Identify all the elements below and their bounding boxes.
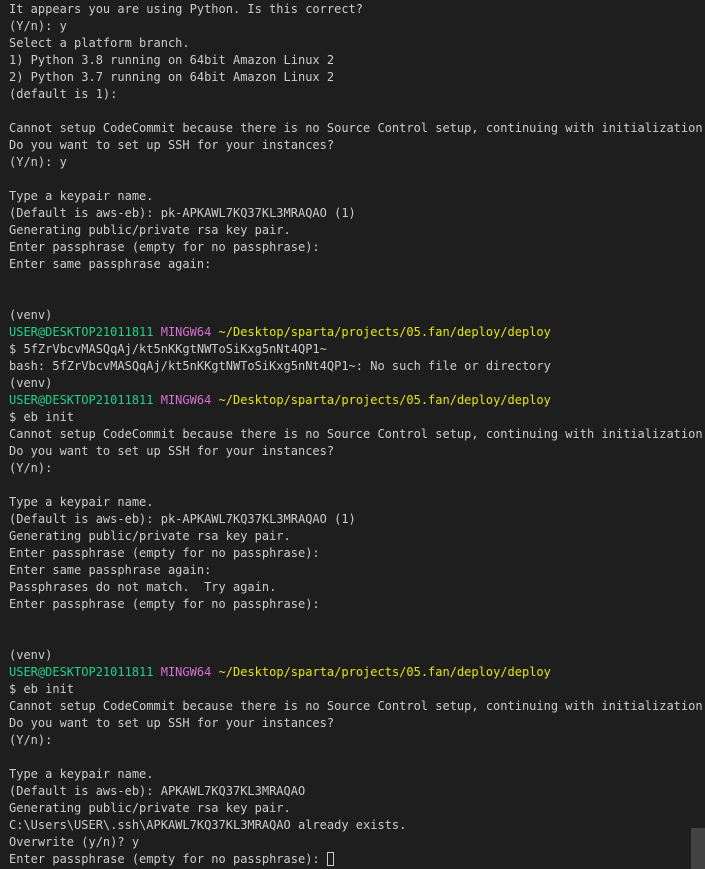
terminal-line: Overwrite (y/n)? y	[9, 835, 140, 849]
terminal-line: Enter same passphrase again:	[9, 563, 212, 577]
terminal-line: Type a keypair name.	[9, 767, 154, 781]
terminal-line: (venv)	[9, 308, 53, 322]
prompt-path: ~/Desktop/sparta/projects/05.fan/deploy/…	[218, 665, 551, 679]
terminal-line: Do you want to set up SSH for your insta…	[9, 444, 335, 458]
terminal-line: (venv)	[9, 648, 53, 662]
terminal-line: Cannot setup CodeCommit because there is…	[9, 699, 703, 713]
terminal-line: (Default is aws-eb): pk-APKAWL7KQ37KL3MR…	[9, 512, 356, 526]
terminal-line: Select a platform branch.	[9, 36, 190, 50]
terminal-line: (Default is aws-eb): APKAWL7KQ37KL3MRAQA…	[9, 784, 306, 798]
terminal-line: Type a keypair name.	[9, 189, 154, 203]
prompt-user-host: USER@DESKTOP21011811	[9, 325, 154, 339]
shell-prompt-line: USER@DESKTOP21011811 MINGW64 ~/Desktop/s…	[9, 392, 691, 409]
terminal-line: (Y/n):	[9, 733, 53, 747]
terminal-line-text: Enter passphrase (empty for no passphras…	[9, 852, 327, 866]
terminal-line: Cannot setup CodeCommit because there is…	[9, 121, 703, 135]
terminal-line: (venv)	[9, 376, 53, 390]
terminal-line: Generating public/private rsa key pair.	[9, 223, 291, 237]
terminal-line: Do you want to set up SSH for your insta…	[9, 138, 335, 152]
terminal-line: bash: 5fZrVbcvMASQqAj/kt5nKKgtNWToSiKxg5…	[9, 359, 551, 373]
terminal-line: (Y/n):	[9, 461, 53, 475]
prompt-system: MINGW64	[160, 393, 212, 407]
terminal-input-line: Enter passphrase (empty for no passphras…	[9, 851, 691, 868]
terminal-line: Passphrases do not match. Try again.	[9, 580, 277, 594]
prompt-user-host: USER@DESKTOP21011811	[9, 393, 154, 407]
terminal-line: (default is 1):	[9, 87, 118, 101]
terminal-line: Do you want to set up SSH for your insta…	[9, 716, 335, 730]
terminal-line: $ eb init	[9, 682, 75, 696]
shell-prompt-line: USER@DESKTOP21011811 MINGW64 ~/Desktop/s…	[9, 324, 691, 341]
terminal-line: Type a keypair name.	[9, 495, 154, 509]
scrollbar-thumb[interactable]	[691, 828, 705, 869]
terminal-line: Enter passphrase (empty for no passphras…	[9, 597, 320, 611]
prompt-path: ~/Desktop/sparta/projects/05.fan/deploy/…	[218, 393, 551, 407]
terminal-window[interactable]: It appears you are using Python. Is this…	[0, 0, 705, 869]
terminal-line: Enter same passphrase again:	[9, 257, 212, 271]
terminal-line: (Y/n): y	[9, 19, 67, 33]
terminal-line: 2) Python 3.7 running on 64bit Amazon Li…	[9, 70, 335, 84]
text-cursor[interactable]	[326, 852, 334, 866]
terminal-line: $ 5fZrVbcvMASQqAj/kt5nKKgtNWToSiKxg5nNt4…	[9, 342, 327, 356]
prompt-system: MINGW64	[160, 325, 212, 339]
prompt-system: MINGW64	[160, 665, 212, 679]
terminal-line: (Y/n): y	[9, 155, 67, 169]
terminal-line: $ eb init	[9, 410, 75, 424]
prompt-path: ~/Desktop/sparta/projects/05.fan/deploy/…	[218, 325, 551, 339]
terminal-line: C:\Users\USER\.ssh\APKAWL7KQ37KL3MRAQAO …	[9, 818, 407, 832]
terminal-line: 1) Python 3.8 running on 64bit Amazon Li…	[9, 53, 335, 67]
terminal-line: Generating public/private rsa key pair.	[9, 801, 291, 815]
terminal-line: Cannot setup CodeCommit because there is…	[9, 427, 703, 441]
terminal-line: Enter passphrase (empty for no passphras…	[9, 240, 320, 254]
terminal-line: Enter passphrase (empty for no passphras…	[9, 546, 320, 560]
terminal-line: It appears you are using Python. Is this…	[9, 2, 364, 16]
prompt-user-host: USER@DESKTOP21011811	[9, 665, 154, 679]
shell-prompt-line: USER@DESKTOP21011811 MINGW64 ~/Desktop/s…	[9, 664, 691, 681]
terminal-line: (Default is aws-eb): pk-APKAWL7KQ37KL3MR…	[9, 206, 356, 220]
terminal-output: It appears you are using Python. Is this…	[9, 1, 703, 868]
terminal-line: Generating public/private rsa key pair.	[9, 529, 291, 543]
